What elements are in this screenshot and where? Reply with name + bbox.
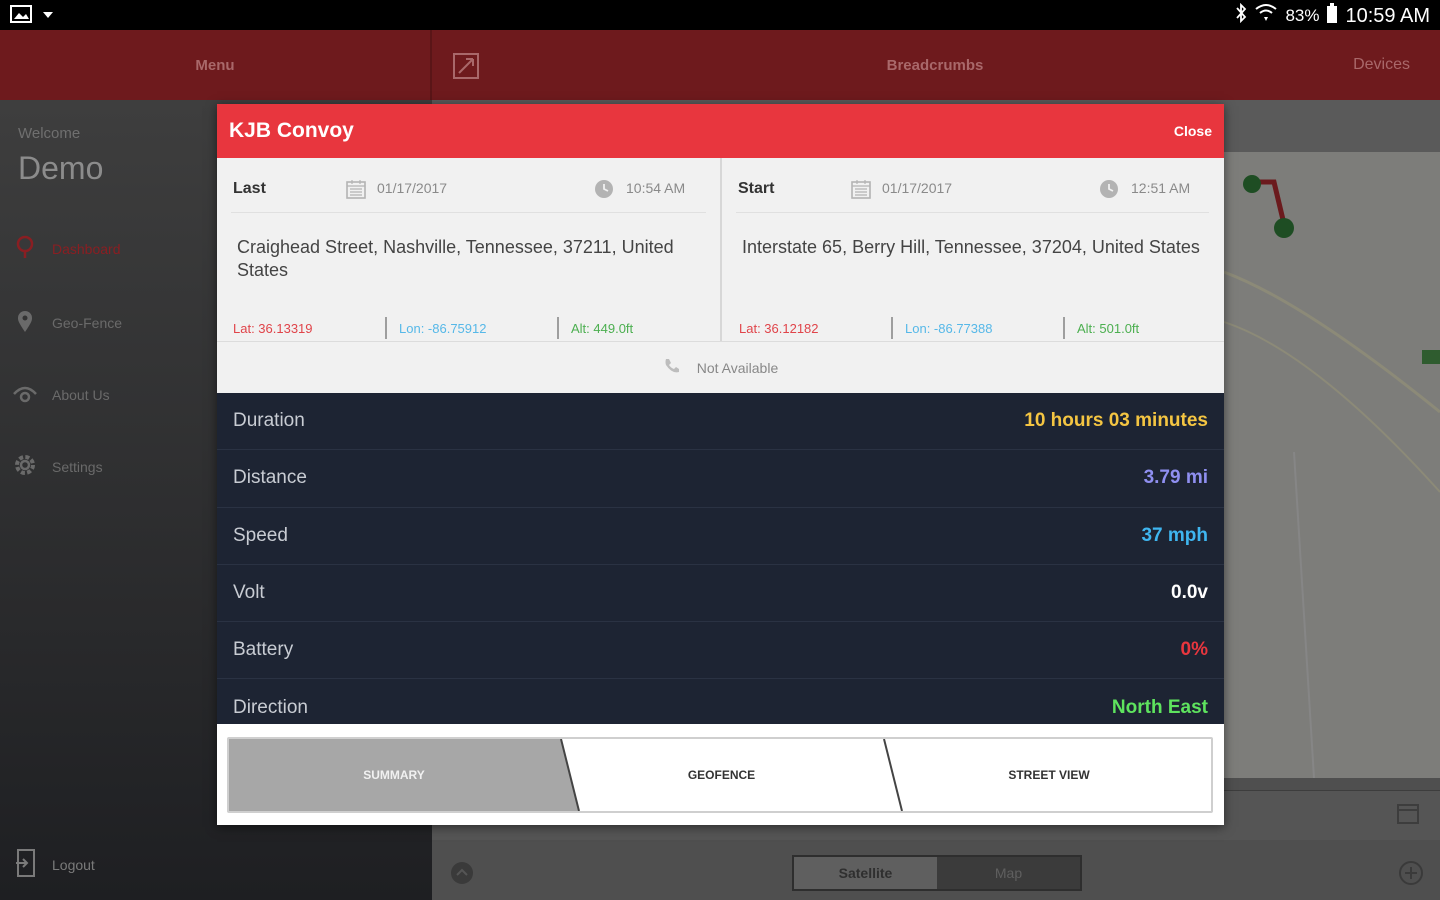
tab-group: SUMMARY GEOFENCE STREET VIEW bbox=[227, 737, 1213, 813]
expand-icon[interactable] bbox=[452, 52, 480, 80]
logout-button[interactable]: Logout bbox=[14, 848, 95, 881]
info-icon bbox=[12, 380, 38, 409]
battery-icon bbox=[1327, 3, 1338, 29]
start-coordinates: Lat: 36.12182 Lon: -86.77388 Alt: 501.0f… bbox=[739, 317, 1193, 339]
calendar-icon bbox=[345, 178, 367, 205]
summary-stats: Duration 10 hours 03 minutes Distance 3.… bbox=[217, 393, 1224, 724]
map-type-toggle: Satellite Map bbox=[792, 855, 1082, 891]
last-time: 10:54 AM bbox=[626, 180, 686, 196]
tab-geofence[interactable]: GEOFENCE bbox=[569, 739, 874, 811]
sidebar-item-label: About Us bbox=[52, 386, 110, 403]
notification-icon bbox=[42, 8, 54, 26]
last-address: Craighead Street, Nashville, Tennessee, … bbox=[237, 237, 674, 280]
wifi-icon bbox=[1255, 3, 1278, 29]
stat-value: 3.79 mi bbox=[1143, 467, 1208, 489]
dialog-tab-bar: SUMMARY GEOFENCE STREET VIEW bbox=[217, 725, 1224, 825]
tab-summary[interactable]: SUMMARY bbox=[229, 739, 559, 811]
sidebar-item-about-us[interactable]: About Us bbox=[12, 380, 110, 409]
sidebar-item-settings[interactable]: Settings bbox=[12, 452, 103, 481]
calendar-icon[interactable] bbox=[1396, 801, 1420, 830]
last-label: Last bbox=[233, 180, 266, 197]
gallery-icon bbox=[10, 5, 32, 28]
calendar-icon bbox=[850, 178, 872, 205]
device-detail-dialog: KJB Convoy Close Last 01/17/2017 10:54 A… bbox=[217, 104, 1224, 825]
start-latitude: Lat: 36.12182 bbox=[739, 320, 819, 336]
map-surface[interactable] bbox=[1223, 152, 1440, 779]
stat-value: 10 hours 03 minutes bbox=[1024, 410, 1208, 432]
stat-row-duration: Duration 10 hours 03 minutes bbox=[217, 393, 1224, 451]
stat-label: Battery bbox=[233, 639, 294, 661]
map-pin-icon bbox=[12, 308, 38, 337]
stat-label: Duration bbox=[233, 410, 305, 432]
start-altitude: Alt: 501.0ft bbox=[1063, 317, 1193, 339]
map-toggle[interactable]: Map bbox=[937, 857, 1080, 889]
stat-value: 0.0v bbox=[1171, 582, 1208, 604]
start-address: Interstate 65, Berry Hill, Tennessee, 37… bbox=[742, 237, 1200, 257]
stat-row-distance: Distance 3.79 mi bbox=[217, 450, 1224, 508]
tab-street-view[interactable]: STREET VIEW bbox=[894, 739, 1204, 811]
last-longitude: Lon: -86.75912 bbox=[385, 317, 557, 339]
start-time: 12:51 AM bbox=[1131, 180, 1191, 196]
status-bar: 83% 10:59 AM bbox=[0, 0, 1440, 30]
app-header: Menu Breadcrumbs Devices bbox=[0, 30, 1440, 100]
stat-label: Direction bbox=[233, 697, 308, 719]
location-pin-icon bbox=[12, 234, 38, 263]
last-coordinates: Lat: 36.13319 Lon: -86.75912 Alt: 449.0f… bbox=[233, 317, 687, 339]
stat-label: Speed bbox=[233, 524, 288, 546]
divider bbox=[231, 212, 706, 213]
sidebar-item-label: Dashboard bbox=[52, 240, 121, 257]
satellite-toggle[interactable]: Satellite bbox=[794, 857, 937, 889]
start-location-card: Start 01/17/2017 12:51 AM Interstate 65,… bbox=[720, 158, 1223, 341]
user-name: Demo bbox=[18, 150, 104, 186]
stat-label: Volt bbox=[233, 582, 265, 604]
sidebar-item-label: Settings bbox=[52, 458, 103, 475]
dialog-title: KJB Convoy bbox=[229, 119, 354, 142]
clock-time: 10:59 AM bbox=[1345, 4, 1430, 27]
sidebar-item-dashboard[interactable]: Dashboard bbox=[12, 234, 121, 263]
stat-row-volt: Volt 0.0v bbox=[217, 565, 1224, 623]
logout-label: Logout bbox=[52, 856, 95, 873]
devices-button[interactable]: Devices bbox=[1353, 30, 1410, 100]
dialog-header: KJB Convoy Close bbox=[217, 104, 1224, 158]
close-button[interactable]: Close bbox=[1174, 123, 1212, 139]
stat-value: 37 mph bbox=[1141, 524, 1208, 546]
phone-icon bbox=[663, 357, 681, 378]
logout-icon bbox=[14, 848, 38, 881]
app-screen: 83% 10:59 AM Menu Breadcrumbs Devices We… bbox=[0, 0, 1440, 900]
start-date: 01/17/2017 bbox=[882, 180, 953, 196]
bluetooth-icon bbox=[1235, 2, 1247, 29]
location-row: Last 01/17/2017 10:54 AM Craighead Stree… bbox=[217, 158, 1224, 341]
welcome-text: Welcome bbox=[18, 125, 81, 142]
map-left-control-icon[interactable] bbox=[449, 860, 475, 891]
stat-row-speed: Speed 37 mph bbox=[217, 508, 1224, 565]
sidebar-item-label: Geo-Fence bbox=[52, 314, 123, 331]
menu-button[interactable]: Menu bbox=[0, 30, 432, 100]
stat-value: 0% bbox=[1180, 639, 1208, 661]
last-altitude: Alt: 449.0ft bbox=[557, 317, 687, 339]
stat-row-battery: Battery 0% bbox=[217, 622, 1224, 680]
gear-icon bbox=[12, 452, 38, 481]
breadcrumbs-tab[interactable]: Breadcrumbs bbox=[760, 30, 1110, 100]
last-date: 01/17/2017 bbox=[377, 180, 448, 196]
clock-icon bbox=[593, 178, 615, 205]
phone-row: Not Available bbox=[217, 341, 1224, 393]
phone-status: Not Available bbox=[696, 359, 779, 376]
divider bbox=[736, 212, 1209, 213]
stat-label: Distance bbox=[233, 467, 307, 489]
stat-value: North East bbox=[1111, 697, 1208, 719]
last-location-card: Last 01/17/2017 10:54 AM Craighead Stree… bbox=[217, 158, 720, 341]
clock-icon bbox=[1098, 178, 1120, 205]
battery-percent: 83% bbox=[1285, 6, 1320, 25]
start-label: Start bbox=[738, 180, 775, 197]
last-latitude: Lat: 36.13319 bbox=[233, 320, 313, 336]
map-right-control-icon[interactable] bbox=[1398, 860, 1424, 891]
sidebar-item-geo-fence[interactable]: Geo-Fence bbox=[12, 308, 122, 337]
start-longitude: Lon: -86.77388 bbox=[891, 317, 1063, 339]
